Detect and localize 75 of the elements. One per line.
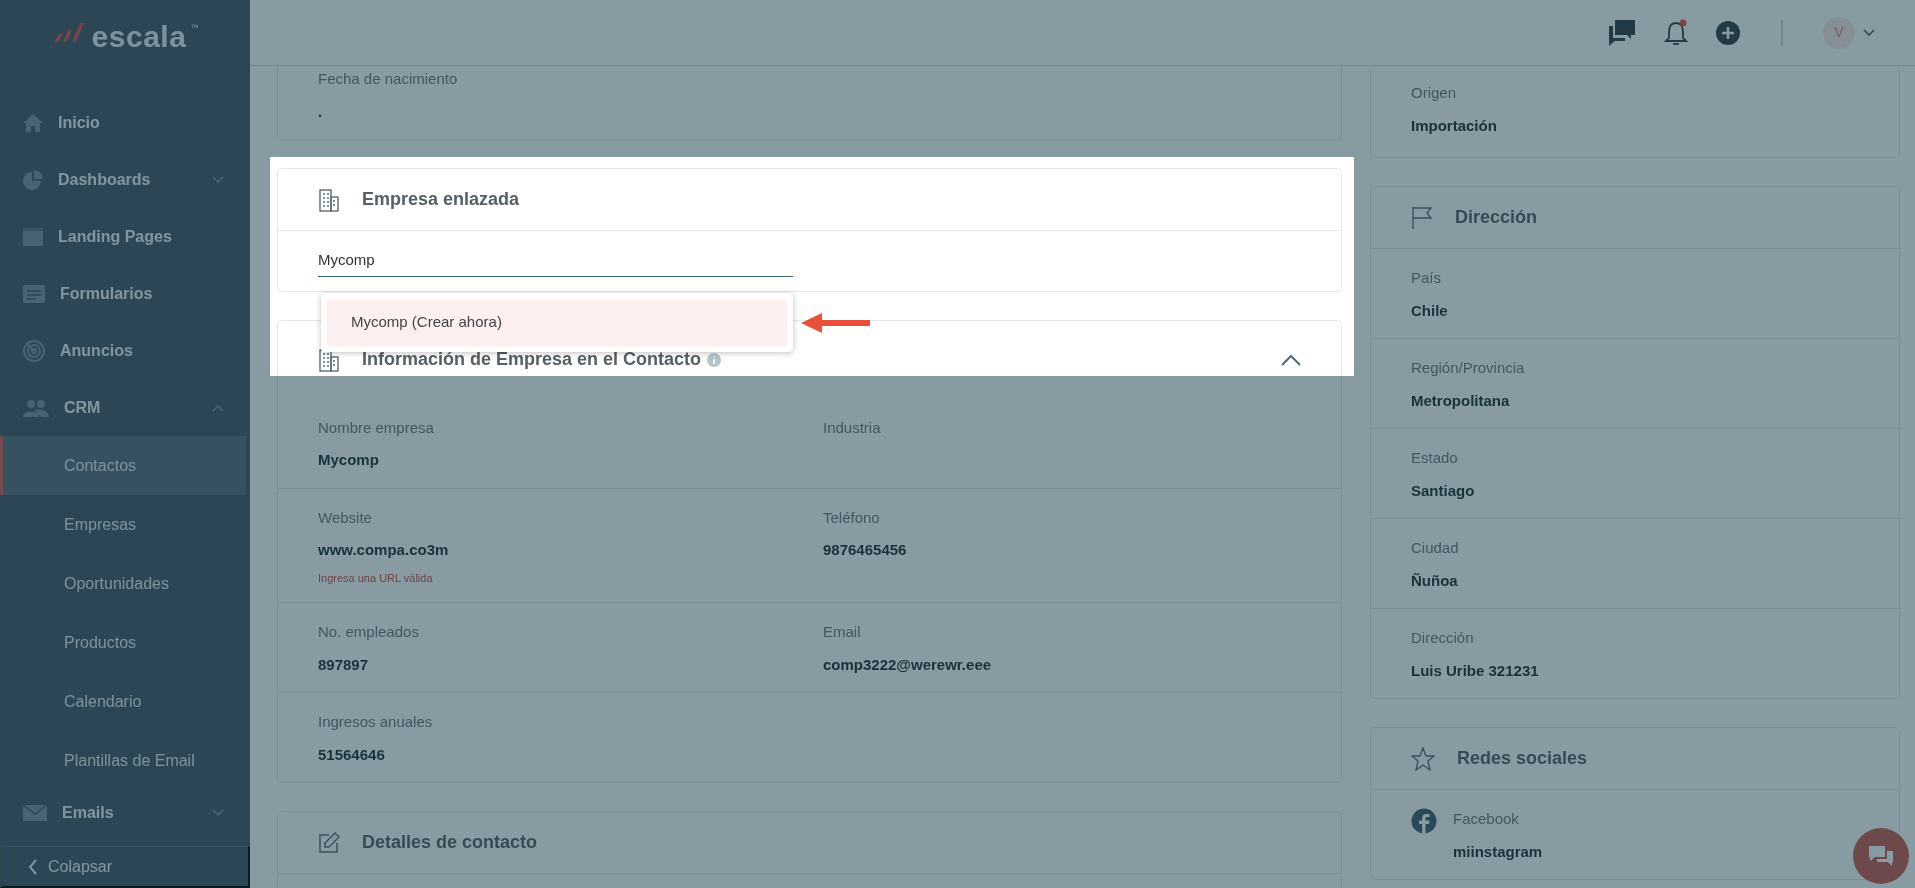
edit-icon bbox=[318, 831, 340, 854]
building-icon bbox=[318, 187, 340, 212]
chevron-up-icon[interactable] bbox=[1281, 353, 1301, 366]
sidebar-item[interactable]: Anuncios bbox=[0, 322, 250, 379]
card-title: Detalles de contacto bbox=[362, 831, 538, 854]
people-icon bbox=[22, 398, 50, 417]
sidebar-subitem[interactable]: Plantillas de Email bbox=[0, 731, 246, 790]
pie-chart-icon bbox=[22, 168, 44, 191]
error-message: Ingresa una URL válida bbox=[318, 570, 434, 586]
logo-text: escala bbox=[91, 22, 187, 52]
dropdown-option[interactable]: Mycomp (Crear ahora) bbox=[327, 299, 787, 346]
field-value: . bbox=[318, 101, 324, 122]
field-label: Región/Provincia bbox=[1411, 358, 1526, 378]
field-value: 897897 bbox=[318, 654, 370, 675]
envelope-icon bbox=[22, 804, 48, 822]
field-label: País bbox=[1411, 268, 1442, 288]
chevron-down-icon bbox=[1863, 28, 1875, 37]
field-value: Metropolitana bbox=[1411, 390, 1511, 411]
field-value: Ñuñoa bbox=[1411, 570, 1459, 591]
field-value: Luis Uribe 321231 bbox=[1411, 660, 1540, 681]
sidebar-item[interactable]: Inicio bbox=[0, 94, 250, 151]
sidebar-subitem[interactable]: Productos bbox=[0, 613, 246, 672]
form-icon bbox=[22, 283, 46, 304]
bell-icon[interactable] bbox=[1663, 18, 1689, 47]
field-label: Website bbox=[318, 507, 373, 528]
field-label: Industria bbox=[823, 417, 882, 438]
field-value: www.compa.co3m bbox=[318, 540, 450, 560]
home-icon bbox=[22, 112, 44, 133]
sidebar-item[interactable]: Landing Pages bbox=[0, 208, 250, 265]
target-icon bbox=[22, 338, 46, 363]
field-value: Mycomp bbox=[318, 450, 380, 470]
arrow-icon bbox=[800, 312, 870, 334]
field-label: Origen bbox=[1411, 83, 1458, 103]
chevron-left-icon bbox=[28, 858, 38, 875]
field-label: Teléfono bbox=[823, 507, 881, 528]
field-value: 9876465456 bbox=[823, 540, 908, 560]
sidebar-subitem[interactable]: Calendario bbox=[0, 672, 246, 731]
field-value: miinstagram bbox=[1453, 841, 1543, 862]
building-icon bbox=[318, 347, 340, 372]
field-label: Fecha de nacimiento bbox=[318, 69, 459, 89]
field-label: Estado bbox=[1411, 448, 1459, 468]
sidebar-item[interactable]: Dashboards bbox=[0, 151, 250, 208]
field-value: comp3222@werewr.eee bbox=[823, 654, 993, 675]
facebook-icon[interactable] bbox=[1411, 808, 1437, 834]
trademark-sign: ™ bbox=[190, 22, 199, 34]
sidebar-item[interactable]: CRM bbox=[0, 379, 250, 436]
window-icon bbox=[22, 226, 44, 247]
chat-bubbles-icon bbox=[1867, 844, 1895, 868]
collapse-button[interactable]: Colapsar bbox=[0, 846, 250, 888]
chat-button[interactable] bbox=[1853, 828, 1909, 884]
field-label: Facebook bbox=[1453, 809, 1520, 829]
star-icon bbox=[1411, 746, 1435, 771]
sidebar-subitem[interactable]: Oportunidades bbox=[0, 554, 246, 613]
card-title: Información de Empresa en el Contacto bbox=[362, 349, 702, 369]
company-search-field[interactable]: Mycomp bbox=[318, 245, 793, 277]
field-label: Ingresos anuales bbox=[318, 712, 434, 732]
field-value: Chile bbox=[1411, 300, 1449, 321]
field-label: Email bbox=[823, 622, 862, 642]
sidebar-subitem[interactable]: Empresas bbox=[0, 495, 246, 554]
card-title: Empresa enlazada bbox=[362, 188, 520, 211]
field-value: Importación bbox=[1411, 115, 1498, 136]
field-label: Nombre empresa bbox=[318, 417, 435, 438]
sidebar-subitem[interactable]: Contactos bbox=[0, 436, 246, 495]
field-label: Dirección bbox=[1411, 628, 1475, 648]
sidebar-item[interactable]: Formularios bbox=[0, 265, 250, 322]
field-label: No. empleados bbox=[318, 622, 420, 642]
field-value: 51564646 bbox=[318, 744, 386, 765]
card-title: Dirección bbox=[1455, 206, 1538, 229]
field-label: Ciudad bbox=[1411, 538, 1460, 558]
field-value: Santiago bbox=[1411, 480, 1476, 501]
flag-icon bbox=[1411, 205, 1433, 230]
sidebar-item[interactable]: Emails bbox=[0, 790, 250, 836]
chat-icon[interactable] bbox=[1607, 18, 1637, 47]
plus-icon[interactable] bbox=[1715, 19, 1741, 46]
card-title: Redes sociales bbox=[1457, 747, 1588, 770]
